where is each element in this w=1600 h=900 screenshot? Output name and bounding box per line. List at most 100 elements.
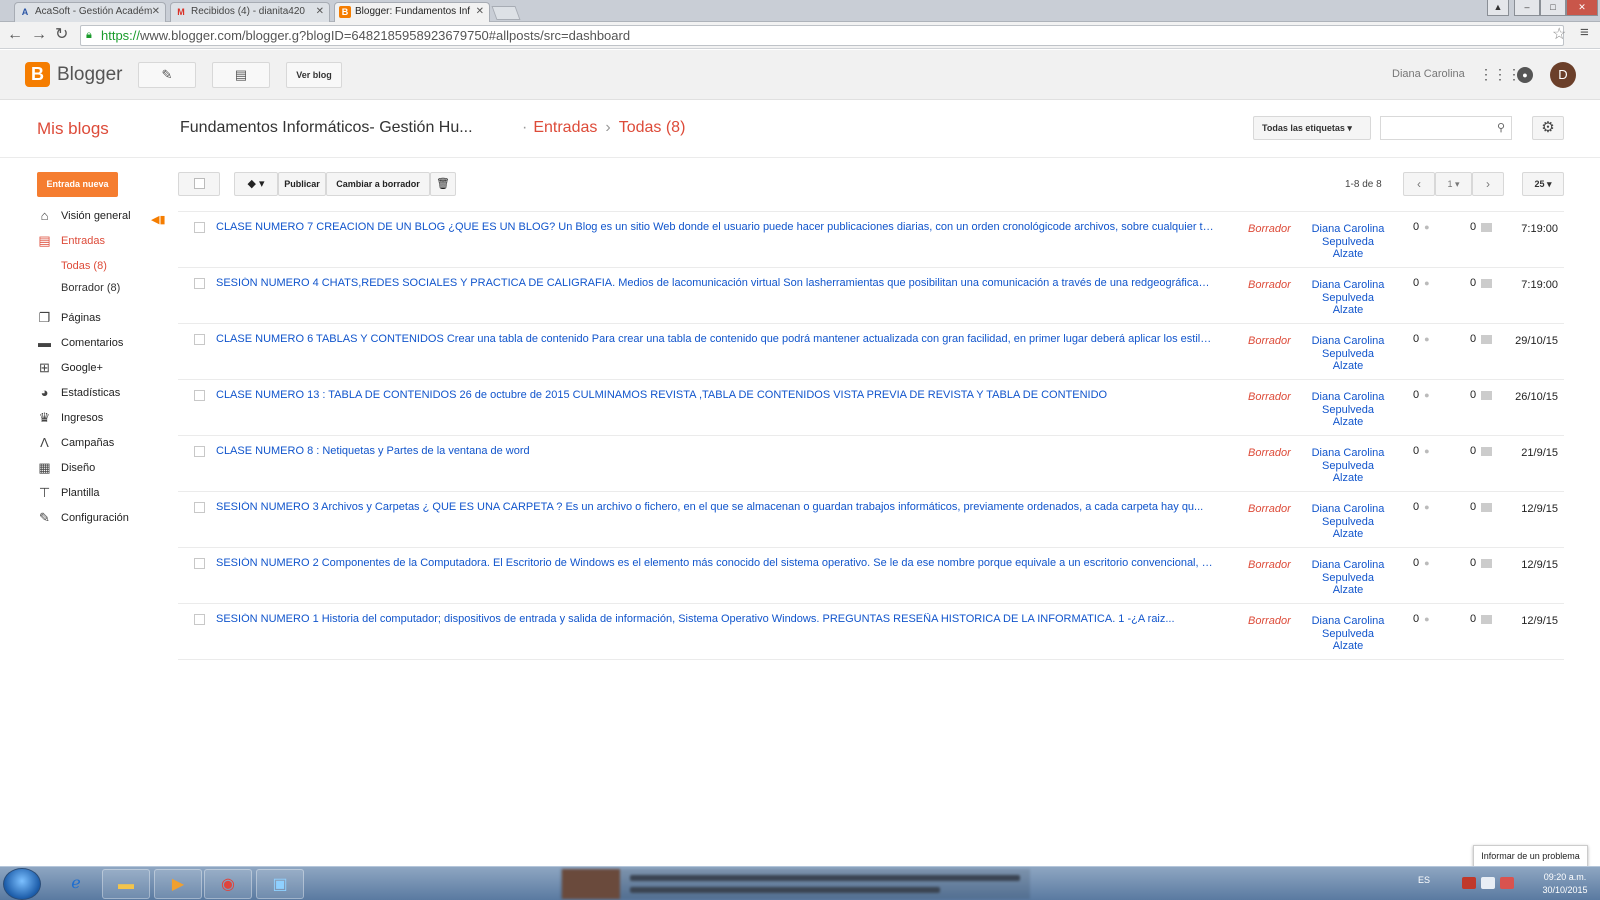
- my-blogs-link[interactable]: Mis blogs: [37, 119, 109, 139]
- post-author[interactable]: Diana Carolina Sepulveda Alzate: [1293, 223, 1403, 261]
- page-number-dropdown[interactable]: 1 ▾: [1435, 172, 1472, 196]
- post-checkbox[interactable]: [194, 334, 205, 345]
- prev-page-button[interactable]: ‹: [1403, 172, 1435, 196]
- close-window-button[interactable]: ✕: [1566, 0, 1598, 16]
- apps-grid-icon[interactable]: ⋮⋮⋮: [1479, 67, 1521, 81]
- post-comments[interactable]: 0 ●: [1413, 389, 1430, 401]
- browser-menu-icon[interactable]: ≡: [1580, 24, 1589, 41]
- tab-acasoft[interactable]: A AcaSoft - Gestión Académ ✕: [14, 2, 166, 22]
- sidebar-item-earnings[interactable]: ♛ Ingresos: [36, 407, 166, 432]
- post-author[interactable]: Diana Carolina Sepulveda Alzate: [1293, 335, 1403, 373]
- gear-icon[interactable]: ⚙: [1532, 116, 1564, 140]
- bookmark-star-icon[interactable]: ☆: [1552, 24, 1566, 44]
- sidebar-item-google-plus[interactable]: ⊞ Google+: [36, 357, 166, 382]
- post-comments[interactable]: 0 ●: [1413, 277, 1430, 289]
- sidebar-subitem-all[interactable]: Todas (8): [36, 255, 166, 277]
- delete-button[interactable]: 🗑︎: [430, 172, 456, 196]
- start-button[interactable]: [3, 868, 41, 900]
- notifications-bell-icon[interactable]: ●: [1517, 67, 1533, 83]
- post-checkbox[interactable]: [194, 278, 205, 289]
- post-title-link[interactable]: SESIÓN NUMERO 1 Historia del computador;…: [216, 613, 1216, 625]
- new-tab-button[interactable]: [491, 6, 521, 20]
- report-problem-button[interactable]: Informar de un problema: [1473, 845, 1588, 867]
- post-title-link[interactable]: CLASE NUMERO 13 : TABLA DE CONTENIDOS 26…: [216, 389, 1216, 401]
- view-blog-button[interactable]: Ver blog: [286, 62, 342, 88]
- sidebar-item-pages[interactable]: ❐ Páginas: [36, 307, 166, 332]
- sidebar-item-layout[interactable]: ▦ Diseño: [36, 457, 166, 482]
- tab-gmail[interactable]: M Recibidos (4) - dianita420 ✕: [170, 2, 330, 22]
- label-button[interactable]: ◆ ▾: [234, 172, 278, 196]
- language-indicator[interactable]: ES: [1418, 875, 1430, 885]
- breadcrumb-section[interactable]: Entradas: [533, 119, 597, 136]
- post-comments[interactable]: 0 ●: [1413, 501, 1430, 513]
- breadcrumb-filter[interactable]: Todas (8): [619, 119, 686, 136]
- blogger-logo-icon[interactable]: B: [25, 62, 50, 87]
- search-input[interactable]: ⚲: [1380, 116, 1512, 140]
- file-explorer-icon[interactable]: ▬: [102, 869, 150, 899]
- post-author[interactable]: Diana Carolina Sepulveda Alzate: [1293, 279, 1403, 317]
- per-page-dropdown[interactable]: 25 ▾: [1522, 172, 1564, 196]
- revert-to-draft-button[interactable]: Cambiar a borrador: [326, 172, 430, 196]
- post-row[interactable]: CLASE NUMERO 7 CREACION DE UN BLOG ¿QUE …: [178, 212, 1564, 268]
- post-author[interactable]: Diana Carolina Sepulveda Alzate: [1293, 391, 1403, 429]
- post-author[interactable]: Diana Carolina Sepulveda Alzate: [1293, 559, 1403, 597]
- sidebar-item-overview[interactable]: ⌂ Visión general: [36, 205, 166, 230]
- media-player-icon[interactable]: ▶: [154, 869, 202, 899]
- url-input[interactable]: 🔒︎ https://www.blogger.com/blogger.g?blo…: [80, 25, 1564, 46]
- forward-icon[interactable]: →: [31, 26, 47, 44]
- close-icon[interactable]: ✕: [476, 6, 484, 17]
- new-post-button[interactable]: Entrada nueva: [37, 172, 118, 197]
- select-all-checkbox[interactable]: [178, 172, 220, 196]
- post-row[interactable]: CLASE NUMERO 13 : TABLA DE CONTENIDOS 26…: [178, 380, 1564, 436]
- chrome-icon[interactable]: ◉: [204, 869, 252, 899]
- back-icon[interactable]: ←: [7, 26, 23, 44]
- sidebar-item-comments[interactable]: ▬ Comentarios: [36, 332, 166, 357]
- next-page-button[interactable]: ›: [1472, 172, 1504, 196]
- post-title-link[interactable]: CLASE NUMERO 7 CREACION DE UN BLOG ¿QUE …: [216, 221, 1216, 233]
- sidebar-item-stats[interactable]: ◕ Estadísticas: [36, 382, 166, 407]
- post-title-link[interactable]: CLASE NUMERO 6 TABLAS Y CONTENIDOS Crear…: [216, 333, 1216, 345]
- post-checkbox[interactable]: [194, 446, 205, 457]
- post-checkbox[interactable]: [194, 614, 205, 625]
- post-title-link[interactable]: SESIÓN NUMERO 2 Componentes de la Comput…: [216, 557, 1216, 569]
- post-row[interactable]: SESIÓN NUMERO 2 Componentes de la Comput…: [178, 548, 1564, 604]
- post-author[interactable]: Diana Carolina Sepulveda Alzate: [1293, 503, 1403, 541]
- user-name[interactable]: Diana Carolina: [1392, 68, 1465, 80]
- tray-flag-icon[interactable]: [1462, 877, 1476, 889]
- post-checkbox[interactable]: [194, 390, 205, 401]
- search-icon[interactable]: ⚲: [1497, 121, 1505, 134]
- tray-volume-icon[interactable]: [1500, 877, 1514, 889]
- post-row[interactable]: SESIÓN NUMERO 3 Archivos y Carpetas ¿ QU…: [178, 492, 1564, 548]
- post-row[interactable]: SESIÓN NUMERO 4 CHATS,REDES SOCIALES Y P…: [178, 268, 1564, 324]
- post-checkbox[interactable]: [194, 558, 205, 569]
- publish-button[interactable]: Publicar: [278, 172, 326, 196]
- reload-icon[interactable]: ↻: [55, 26, 68, 44]
- brand-name[interactable]: Blogger: [57, 64, 123, 86]
- close-icon[interactable]: ✕: [152, 6, 160, 17]
- post-row[interactable]: CLASE NUMERO 6 TABLAS Y CONTENIDOS Crear…: [178, 324, 1564, 380]
- post-row[interactable]: CLASE NUMERO 8 : Netiquetas y Partes de …: [178, 436, 1564, 492]
- avatar[interactable]: D: [1550, 62, 1576, 88]
- post-checkbox[interactable]: [194, 222, 205, 233]
- post-title-link[interactable]: SESIÓN NUMERO 4 CHATS,REDES SOCIALES Y P…: [216, 277, 1216, 289]
- sidebar-item-template[interactable]: ⊤ Plantilla: [36, 482, 166, 507]
- post-comments[interactable]: 0 ●: [1413, 613, 1430, 625]
- system-clock[interactable]: 09:20 a.m. 30/10/2015: [1530, 871, 1600, 897]
- post-comments[interactable]: 0 ●: [1413, 445, 1430, 457]
- post-comments[interactable]: 0 ●: [1413, 557, 1430, 569]
- post-checkbox[interactable]: [194, 502, 205, 513]
- labels-dropdown[interactable]: Todas las etiquetas ▾: [1253, 116, 1371, 140]
- view-posts-button[interactable]: ▤: [212, 62, 270, 88]
- post-title-link[interactable]: CLASE NUMERO 8 : Netiquetas y Partes de …: [216, 445, 1216, 457]
- post-title-link[interactable]: SESIÓN NUMERO 3 Archivos y Carpetas ¿ QU…: [216, 501, 1216, 513]
- post-author[interactable]: Diana Carolina Sepulveda Alzate: [1293, 447, 1403, 485]
- photo-viewer-icon[interactable]: ▣: [256, 869, 304, 899]
- window-user-button[interactable]: ▲: [1487, 0, 1509, 16]
- tray-network-icon[interactable]: [1481, 877, 1495, 889]
- blog-name-selector[interactable]: Fundamentos Informáticos- Gestión Hu...: [180, 119, 473, 137]
- tab-blogger[interactable]: B Blogger: Fundamentos Inf ✕: [334, 2, 490, 23]
- sidebar-item-settings[interactable]: ✎ Configuración: [36, 507, 166, 532]
- close-icon[interactable]: ✕: [316, 6, 324, 17]
- sidebar-item-campaigns[interactable]: Λ Campañas: [36, 432, 166, 457]
- post-row[interactable]: SESIÓN NUMERO 1 Historia del computador;…: [178, 604, 1564, 660]
